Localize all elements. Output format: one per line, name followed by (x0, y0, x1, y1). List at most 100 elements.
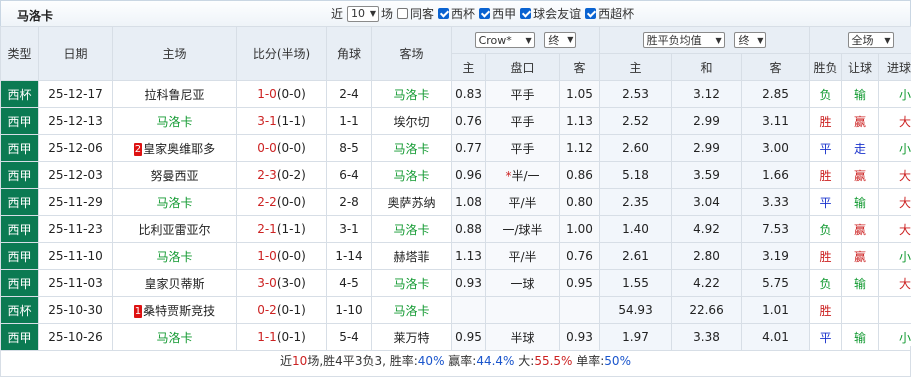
hc-home-odds: 1.13 (451, 242, 486, 270)
match-corners: 8-5 (326, 134, 372, 162)
full-time-score: 1-1 (257, 330, 277, 344)
home-team[interactable]: 拉科鲁尼亚 (112, 80, 237, 108)
header-hc-result: 让球 (841, 53, 880, 81)
table-row[interactable]: 西甲 25-11-10 马洛卡 1-0(0-0) 1-14 赫塔菲 1.13 平/半 0.76 2… (0, 242, 911, 270)
full-time-score: 0-2 (257, 303, 277, 317)
hc-away-odds (558, 296, 601, 324)
full-time-score: 1-0 (257, 249, 277, 263)
home-team[interactable]: 马洛卡 (112, 107, 237, 135)
handicap-line-text: 一球 (510, 276, 535, 291)
match-result: 胜 (809, 296, 843, 324)
comp-checkbox-friendly[interactable] (520, 8, 532, 19)
range-select[interactable]: 全场 ▼ (847, 32, 894, 48)
handicap-result: 输 (841, 80, 880, 108)
match-result: 负 (809, 215, 843, 243)
table-row[interactable]: 西甲 25-11-23 比利亚雷亚尔 2-1(1-1) 3-1 马洛卡 0.88 一/球半 1.… (0, 215, 911, 243)
match-type: 西甲 (0, 215, 39, 243)
hc-line: 平手 (485, 80, 560, 108)
odds-draw: 4.22 (671, 269, 743, 297)
full-time-score: 2-3 (257, 168, 277, 182)
header-score: 比分(半场) (236, 26, 327, 81)
header-odds-group: 胜平负均值 ▼ 终 ▼ (599, 26, 811, 54)
table-row[interactable]: 西甲 25-12-03 努曼西亚 2-3(0-2) 6-4 马洛卡 0.96 *半/一 0.86… (0, 161, 911, 189)
away-team[interactable]: 奥萨苏纳 (371, 188, 452, 216)
recent-count-select[interactable]: 10 ▼ (347, 5, 380, 22)
table-row[interactable]: 西甲 25-11-29 马洛卡 2-2(0-0) 2-8 奥萨苏纳 1.08 平/半 0.80 2… (0, 188, 911, 216)
odds-away: 1.01 (741, 296, 811, 324)
goals-result (878, 296, 911, 324)
match-score: 3-0(3-0) (236, 269, 327, 297)
match-result: 负 (809, 269, 843, 297)
odds-type-select[interactable]: 胜平负均值 ▼ (642, 32, 725, 48)
away-team[interactable]: 马洛卡 (371, 134, 452, 162)
summary-bar: 近10场,胜4平3负3, 胜率:40% 赢率:44.4% 大:55.5% 单率:… (0, 346, 911, 377)
home-team[interactable]: 马洛卡 (112, 242, 237, 270)
away-team[interactable]: 赫塔菲 (371, 242, 452, 270)
match-rows: 西杯 25-12-17 拉科鲁尼亚 1-0(0-0) 2-4 马洛卡 0.83 平手 1.05 2… (0, 80, 911, 351)
handicap-result: 走 (841, 134, 880, 162)
hc-home-odds: 0.96 (451, 161, 486, 189)
comp-checkbox-xibei[interactable] (438, 8, 450, 19)
match-result: 胜 (809, 107, 843, 135)
away-team[interactable]: 埃尔切 (371, 107, 452, 135)
table-row[interactable]: 西杯 25-10-30 1 桑特贾斯竞技 0-2(0-1) 1-10 马洛卡 54.93 22.… (0, 296, 911, 324)
hc-away-odds: 0.80 (558, 188, 601, 216)
hc-line: 平/半 (485, 242, 560, 270)
header-hc-away: 客 (558, 53, 601, 81)
away-team[interactable]: 马洛卡 (371, 161, 452, 189)
table-row[interactable]: 西杯 25-12-17 拉科鲁尼亚 1-0(0-0) 2-4 马洛卡 0.83 平手 1.05 2… (0, 80, 911, 108)
hc-home-odds: 0.83 (451, 80, 486, 108)
handicap-company-value: Crow* (478, 33, 512, 47)
home-team-name: 马洛卡 (156, 249, 193, 264)
hc-home-odds (451, 296, 486, 324)
handicap-line-text: 平/半 (508, 195, 537, 210)
red-card-badge: 2 (133, 142, 143, 156)
hc-line: *半/一 (485, 161, 560, 189)
home-team-name: 拉科鲁尼亚 (144, 87, 205, 102)
odds-draw: 22.66 (671, 296, 743, 324)
team-title: 马洛卡 (17, 9, 54, 23)
header-result: 胜负 (809, 53, 843, 81)
match-score: 1-0(0-0) (236, 80, 327, 108)
match-date: 25-12-03 (38, 161, 113, 189)
same-host-checkbox[interactable] (397, 8, 409, 19)
odds-home: 1.40 (599, 215, 673, 243)
handicap-line-text: 平/半 (508, 249, 537, 264)
home-team[interactable]: 2 皇家奥维耶多 (112, 134, 237, 162)
goals-result: 大 (878, 161, 911, 189)
away-team[interactable]: 马洛卡 (371, 80, 452, 108)
hc-away-odds: 0.95 (558, 269, 601, 297)
comp-checkbox-supercup[interactable] (585, 8, 597, 19)
away-team[interactable]: 马洛卡 (371, 296, 452, 324)
handicap-period-select[interactable]: 终 ▼ (544, 31, 577, 48)
handicap-line-text: 一/球半 (502, 222, 543, 237)
home-team[interactable]: 比利亚雷亚尔 (112, 215, 237, 243)
summary-bigrate: 55.5% (534, 354, 573, 368)
match-type: 西杯 (0, 80, 39, 108)
hc-line: 一/球半 (485, 215, 560, 243)
match-corners: 2-4 (326, 80, 372, 108)
full-time-score: 2-1 (257, 222, 277, 236)
header-date: 日期 (38, 26, 113, 81)
table-row[interactable]: 西甲 25-12-13 马洛卡 3-1(1-1) 1-1 埃尔切 0.76 平手 1.13 2.5… (0, 107, 911, 135)
home-team[interactable]: 努曼西亚 (112, 161, 237, 189)
table-row[interactable]: 西甲 25-12-06 2 皇家奥维耶多 0-0(0-0) 8-5 马洛卡 0.77 平手 1.1… (0, 134, 911, 162)
home-team[interactable]: 皇家贝蒂斯 (112, 269, 237, 297)
home-team[interactable]: 马洛卡 (112, 188, 237, 216)
handicap-company-select[interactable]: Crow* ▼ (474, 32, 535, 49)
comp-checkbox-xijia[interactable] (479, 8, 491, 19)
hc-home-odds: 0.88 (451, 215, 486, 243)
summary-loss-label: 负 (362, 354, 375, 368)
hc-line: 平手 (485, 107, 560, 135)
odds-away: 3.19 (741, 242, 811, 270)
table-row[interactable]: 西甲 25-11-03 皇家贝蒂斯 3-0(3-0) 4-5 马洛卡 0.93 一球 0.95 1… (0, 269, 911, 297)
away-team[interactable]: 马洛卡 (371, 215, 452, 243)
full-time-score: 2-2 (257, 195, 277, 209)
match-result: 平 (809, 134, 843, 162)
away-team[interactable]: 马洛卡 (371, 269, 452, 297)
odds-period-select[interactable]: 终 ▼ (734, 32, 767, 48)
comp-label-xibei: 西杯 (451, 7, 476, 21)
odds-draw: 2.80 (671, 242, 743, 270)
home-team[interactable]: 1 桑特贾斯竞技 (112, 296, 237, 324)
comp-label-friendly: 球会友谊 (533, 7, 582, 21)
